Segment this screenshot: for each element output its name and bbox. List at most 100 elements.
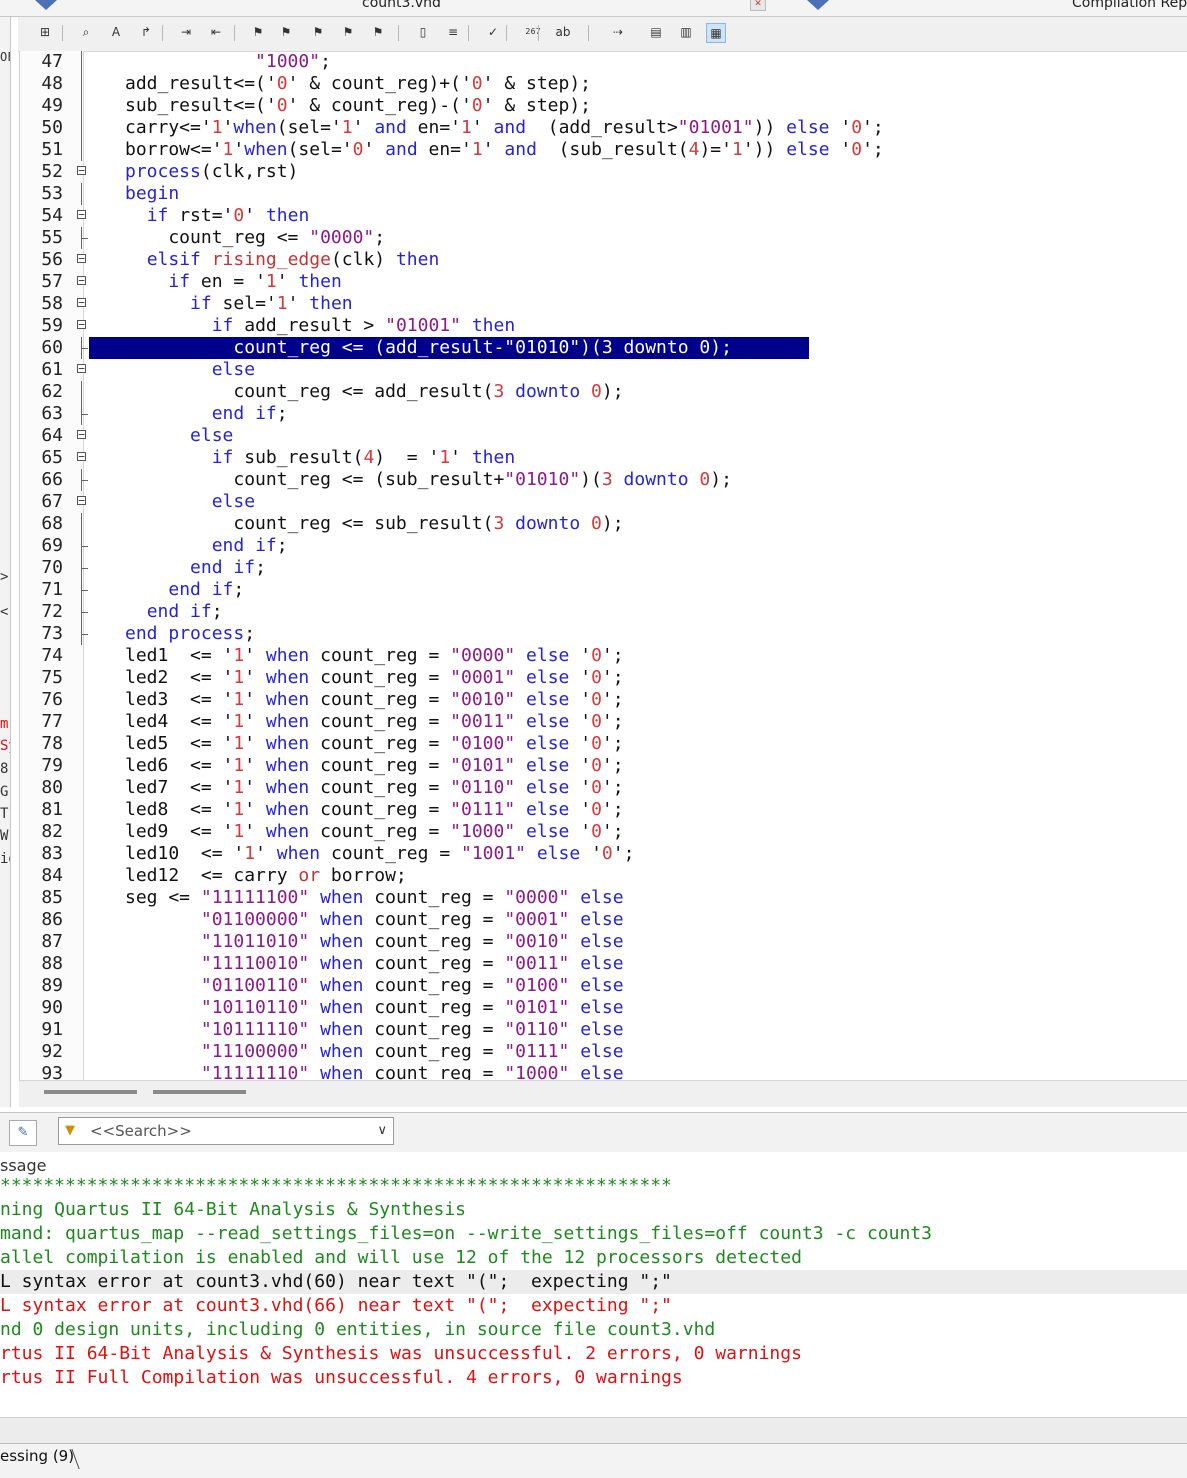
code-line[interactable]: 56 − elsif rising_edge(clk) then: [19, 249, 1187, 271]
code-line[interactable]: 73 end process;: [19, 623, 1187, 645]
code-line[interactable]: 70 end if;: [19, 557, 1187, 579]
message-row[interactable]: ning Quartus II 64-Bit Analysis & Synthe…: [0, 1198, 1187, 1222]
code-line[interactable]: 53 begin: [19, 183, 1187, 205]
code-line[interactable]: 49 sub_result<=('0' & count_reg)-('0' & s…: [19, 95, 1187, 117]
bookmark-prev-icon[interactable]: ⚑: [308, 23, 328, 43]
fold-toggle-icon[interactable]: −: [77, 451, 86, 462]
code-line[interactable]: 48 add_result<=('0' & count_reg)+('0' & s…: [19, 73, 1187, 95]
fold-toggle-icon[interactable]: −: [77, 275, 86, 286]
code-line[interactable]: 84 led12 <= carry or borrow;: [19, 865, 1187, 887]
code-line[interactable]: 66 count_reg <= (sub_result+"01010")(3 d…: [19, 469, 1187, 491]
code-line[interactable]: 65 − if sub_result(4) = '1' then: [19, 447, 1187, 469]
message-filter-icon[interactable]: ✎: [9, 1120, 37, 1146]
message-row[interactable]: nd 0 design units, including 0 entities,…: [0, 1318, 1187, 1342]
code-line[interactable]: 79 led6 <= '1' when count_reg = "0101" el…: [19, 755, 1187, 777]
indent-icon[interactable]: ⇥: [176, 23, 196, 43]
message-row[interactable]: mand: quartus_map --read_settings_files=…: [0, 1222, 1187, 1246]
code-line[interactable]: 77 led4 <= '1' when count_reg = "0011" el…: [19, 711, 1187, 733]
goto-line-icon[interactable]: ↱: [136, 23, 156, 43]
code-line[interactable]: 81 led8 <= '1' when count_reg = "0111" el…: [19, 799, 1187, 821]
insert-template-icon[interactable]: ⊞: [35, 23, 55, 43]
code-line[interactable]: 59 − if add_result > "01001" then: [19, 315, 1187, 337]
tab-close-icon[interactable]: ✕: [750, 0, 766, 11]
code-line[interactable]: 74 led1 <= '1' when count_reg = "0000" el…: [19, 645, 1187, 667]
code-line[interactable]: 51 borrow<='1'when(sel='0' and en='1' and…: [19, 139, 1187, 161]
code-line[interactable]: 69 end if;: [19, 535, 1187, 557]
code-line[interactable]: 64 − else: [19, 425, 1187, 447]
comment-icon[interactable]: ≡: [443, 23, 463, 43]
fold-toggle-icon[interactable]: −: [77, 363, 86, 374]
check-syntax-icon[interactable]: ✓: [483, 23, 503, 43]
code-line[interactable]: 50 carry<='1'when(sel='1' and en='1' and …: [19, 117, 1187, 139]
code-line[interactable]: 60 count_reg <= (add_result-"01010")(3 d…: [19, 337, 1187, 359]
code-line[interactable]: 92 "11100000" when count_reg = "0111" el…: [19, 1041, 1187, 1063]
bookmark-clear-icon[interactable]: ⚑: [338, 23, 358, 43]
code-line[interactable]: 83 led10 <= '1' when count_reg = "1001" e…: [19, 843, 1187, 865]
code-line[interactable]: 72 end if;: [19, 601, 1187, 623]
message-row[interactable]: rtus II 64-Bit Analysis & Synthesis was …: [0, 1342, 1187, 1366]
code-line[interactable]: 62 count_reg <= add_result(3 downto 0);: [19, 381, 1187, 403]
message-row[interactable]: allel compilation is enabled and will us…: [0, 1246, 1187, 1270]
fold-toggle-icon[interactable]: −: [77, 495, 86, 506]
message-row[interactable]: L syntax error at count3.vhd(66) near te…: [0, 1294, 1187, 1318]
code-line[interactable]: 54 − if rst='0' then: [19, 205, 1187, 227]
code-line[interactable]: 88 "11110010" when count_reg = "0011" el…: [19, 953, 1187, 975]
message-search-input[interactable]: ▼ <<Search>> ∨: [58, 1117, 394, 1145]
message-row[interactable]: rtus II Full Compilation was unsuccessfu…: [0, 1366, 1187, 1390]
code-line[interactable]: 80 led7 <= '1' when count_reg = "0110" el…: [19, 777, 1187, 799]
fold-toggle-icon[interactable]: −: [77, 253, 86, 264]
code-line[interactable]: 47 "1000";: [19, 51, 1187, 73]
message-row[interactable]: ****************************************…: [0, 1174, 1187, 1198]
code-line[interactable]: 57 − if en = '1' then: [19, 271, 1187, 293]
code-line[interactable]: 58 − if sel='1' then: [19, 293, 1187, 315]
code-line[interactable]: 52 − process(clk,rst): [19, 161, 1187, 183]
tab-processing[interactable]: essing (9): [0, 1447, 78, 1465]
code-line[interactable]: 76 led3 <= '1' when count_reg = "0010" el…: [19, 689, 1187, 711]
code-line[interactable]: 63 end if;: [19, 403, 1187, 425]
code-line[interactable]: 61 − else: [19, 359, 1187, 381]
editor-horizontal-scrollbar[interactable]: [19, 1080, 1187, 1107]
code-line[interactable]: 86 "01100000" when count_reg = "0001" el…: [19, 909, 1187, 931]
code-line[interactable]: 82 led9 <= '1' when count_reg = "1000" el…: [19, 821, 1187, 843]
fold-toggle-icon[interactable]: −: [77, 429, 86, 440]
view-2-icon[interactable]: ▥: [676, 23, 696, 43]
unindent-icon[interactable]: ⇤: [206, 23, 226, 43]
wrap-icon[interactable]: ab: [553, 23, 573, 43]
find-replace-icon[interactable]: A: [106, 23, 126, 43]
code-line[interactable]: 68 count_reg <= sub_result(3 downto 0);: [19, 513, 1187, 535]
code-line[interactable]: 90 "10110110" when count_reg = "0101" el…: [19, 997, 1187, 1019]
bookmark-list-icon[interactable]: ⚑: [368, 23, 388, 43]
left-strip-text[interactable]: <: [0, 605, 8, 619]
tab-dropdown-icon[interactable]: [33, 0, 59, 12]
chevron-down-icon[interactable]: ∨: [377, 1118, 387, 1144]
scrollbar-thumb[interactable]: [153, 1090, 246, 1094]
find-icon[interactable]: ⌕: [76, 23, 96, 43]
line-numbers-icon[interactable]: 267: [523, 23, 543, 43]
code-line[interactable]: 91 "10111110" when count_reg = "0110" el…: [19, 1019, 1187, 1041]
code-line[interactable]: 55 count_reg <= "0000";: [19, 227, 1187, 249]
tab-compilation-report[interactable]: Compilation Rep: [1072, 0, 1187, 11]
code-line[interactable]: 78 led5 <= '1' when count_reg = "0100" el…: [19, 733, 1187, 755]
code-line[interactable]: 89 "01100110" when count_reg = "0100" el…: [19, 975, 1187, 997]
code-line[interactable]: 93 "11111110" when count_reg = "1000" el…: [19, 1063, 1187, 1080]
view-3-icon[interactable]: ▦: [706, 23, 726, 43]
goto-icon[interactable]: ⇢: [608, 23, 628, 43]
left-strip-text[interactable]: >: [0, 570, 8, 584]
fold-toggle-icon[interactable]: −: [77, 319, 86, 330]
bookmark-next-icon[interactable]: ⚑: [276, 23, 296, 43]
collapse-icon[interactable]: ▯: [413, 23, 433, 43]
code-line[interactable]: 71 end if;: [19, 579, 1187, 601]
tab-dropdown-icon[interactable]: [805, 0, 831, 12]
message-row[interactable]: L syntax error at count3.vhd(60) near te…: [0, 1270, 1187, 1294]
bookmark-toggle-icon[interactable]: ⚑: [248, 23, 268, 43]
fold-toggle-icon[interactable]: −: [77, 165, 86, 176]
code-line[interactable]: 75 led2 <= '1' when count_reg = "0001" el…: [19, 667, 1187, 689]
fold-toggle-icon[interactable]: −: [77, 209, 86, 220]
tab-count3-vhd[interactable]: count3.vhd: [362, 0, 441, 11]
fold-toggle-icon[interactable]: −: [77, 297, 86, 308]
code-line[interactable]: 85 seg <= "11111100" when count_reg = "00…: [19, 887, 1187, 909]
code-line[interactable]: 67 − else: [19, 491, 1187, 513]
view-1-icon[interactable]: ▤: [646, 23, 666, 43]
scrollbar-thumb[interactable]: [44, 1090, 137, 1094]
code-line[interactable]: 87 "11011010" when count_reg = "0010" el…: [19, 931, 1187, 953]
